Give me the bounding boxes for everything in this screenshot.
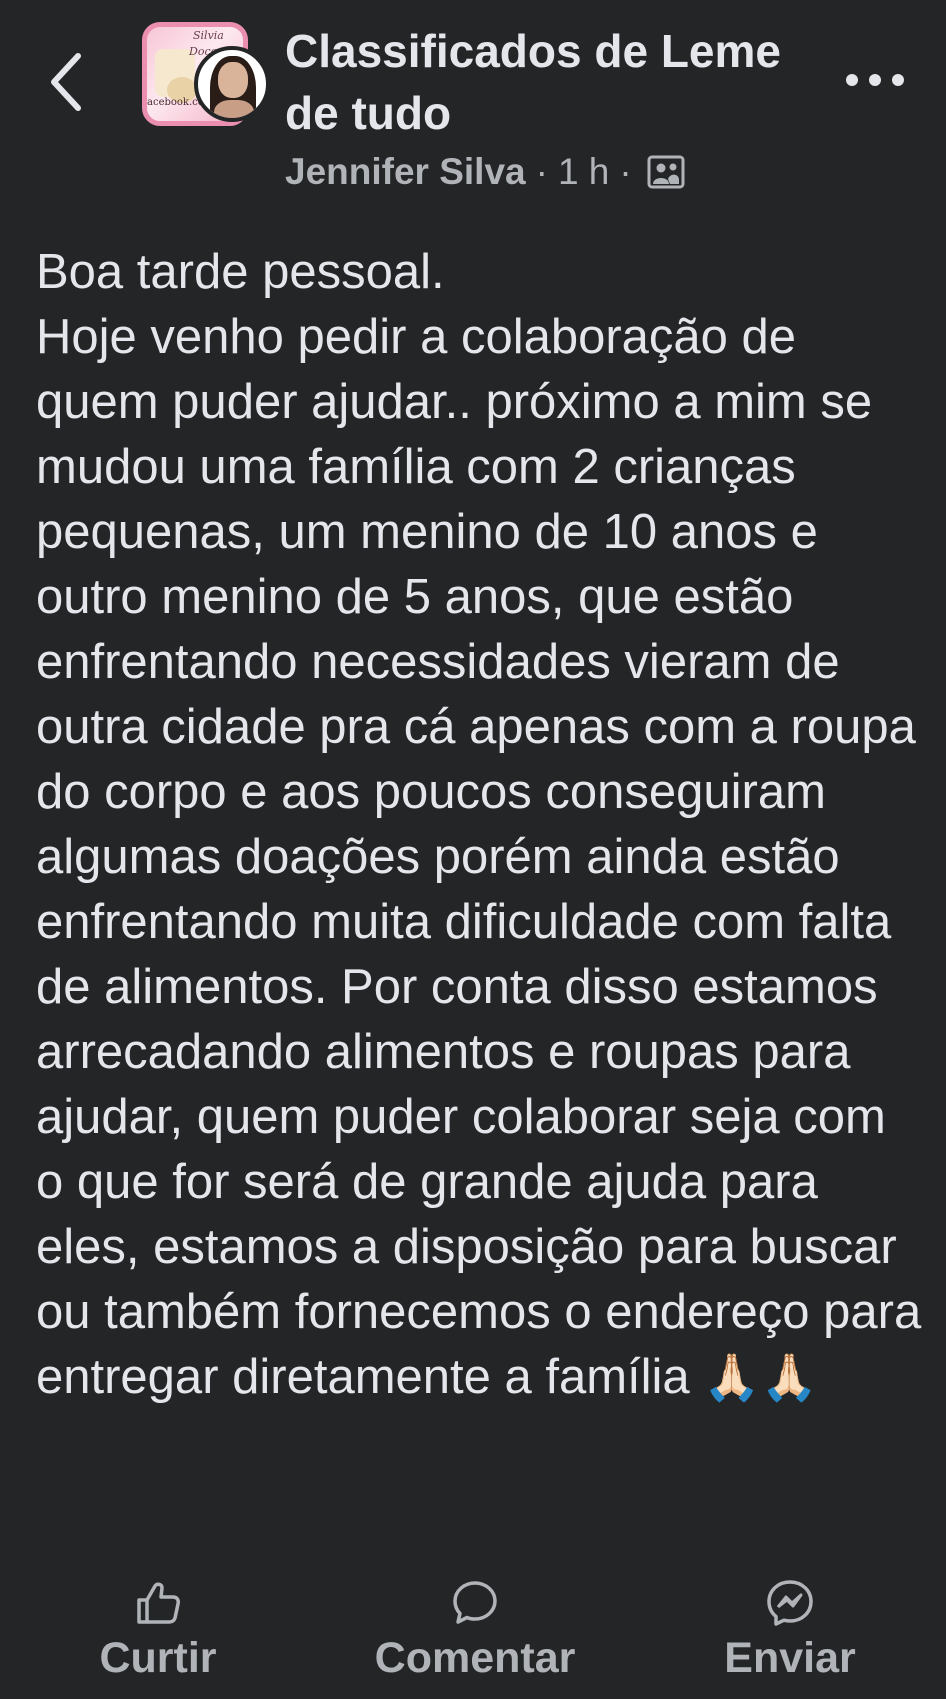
thumbs-up-icon	[137, 1582, 180, 1624]
meta-separator: ·	[535, 151, 548, 192]
comment-icon	[453, 1581, 497, 1624]
praying-hands-emoji: 🙏🏻🙏🏻	[703, 1351, 818, 1403]
send-button[interactable]: Enviar	[700, 1570, 880, 1690]
avatar-face	[218, 62, 248, 98]
post-header: Silvia Doces acebook.com Classificados d…	[0, 0, 946, 210]
post-time[interactable]: 1 h	[558, 148, 609, 196]
like-label: Curtir	[99, 1634, 217, 1682]
post-greeting: Boa tarde pessoal.	[36, 245, 445, 299]
back-button[interactable]	[40, 40, 100, 120]
post-actions: Curtir Comentar Enviar	[0, 1570, 946, 1699]
more-horizontal-icon	[846, 74, 904, 86]
avatar-stack[interactable]: Silvia Doces acebook.com	[142, 22, 272, 132]
more-options-button[interactable]	[840, 60, 910, 100]
user-avatar[interactable]	[194, 46, 270, 122]
avatar-body	[214, 100, 254, 118]
send-label: Enviar	[724, 1634, 856, 1682]
post-body: Boa tarde pessoal. Hoje venho pedir a co…	[36, 240, 926, 1410]
comment-label: Comentar	[374, 1634, 576, 1682]
members-icon	[647, 155, 685, 189]
like-button[interactable]: Curtir	[68, 1570, 248, 1690]
messenger-icon	[767, 1580, 813, 1626]
post-paragraph: Hoje venho pedir a colaboração de quem p…	[36, 305, 926, 1410]
meta-separator-2: ·	[619, 151, 632, 192]
group-avatar-text-1: Silvia	[193, 29, 224, 42]
group-name[interactable]: Classificados de Leme de tudo	[285, 20, 785, 144]
post-paragraph-text: Hoje venho pedir a colaboração de quem p…	[36, 310, 922, 1404]
comment-button[interactable]: Comentar	[340, 1570, 610, 1690]
chevron-left-icon	[51, 53, 81, 111]
post-meta: Jennifer Silva · 1 h ·	[285, 148, 686, 196]
author-name[interactable]: Jennifer Silva	[285, 148, 526, 196]
